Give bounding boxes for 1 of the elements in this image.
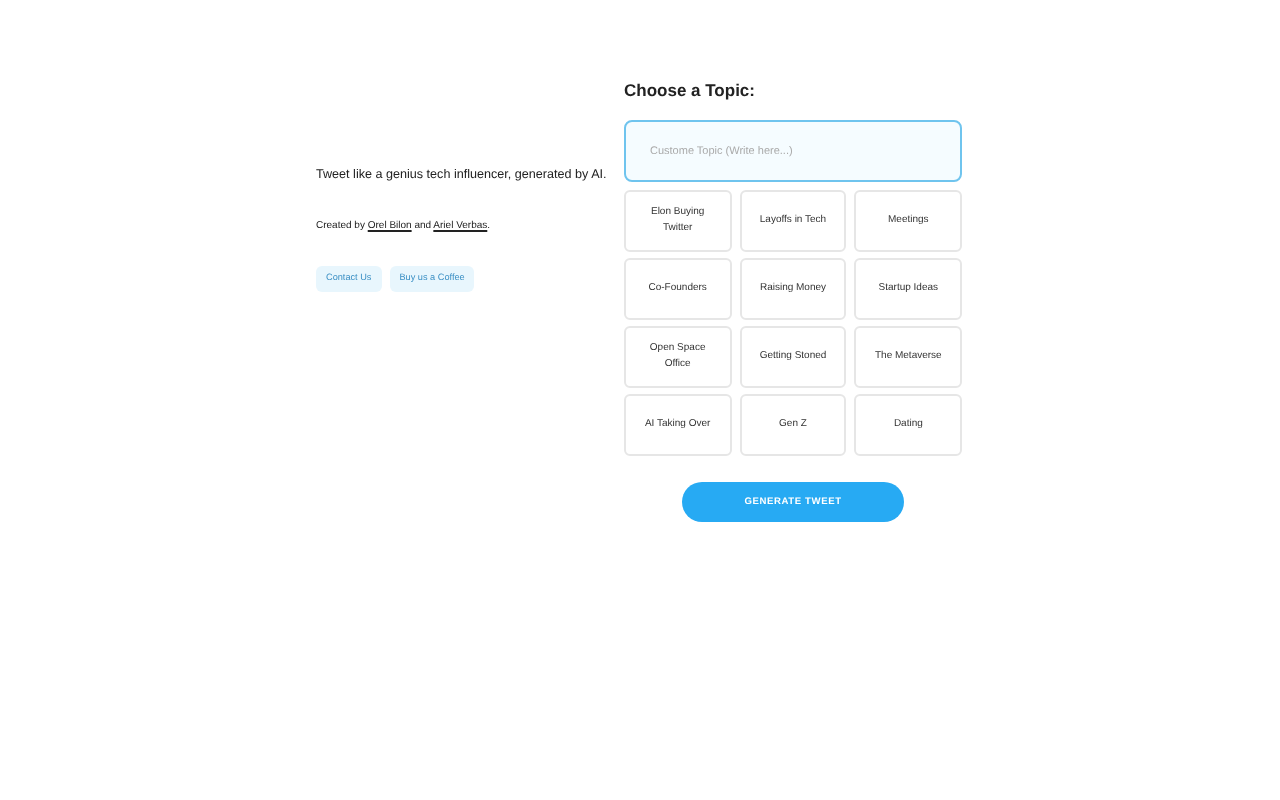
section-heading: Choose a Topic: <box>624 80 757 101</box>
